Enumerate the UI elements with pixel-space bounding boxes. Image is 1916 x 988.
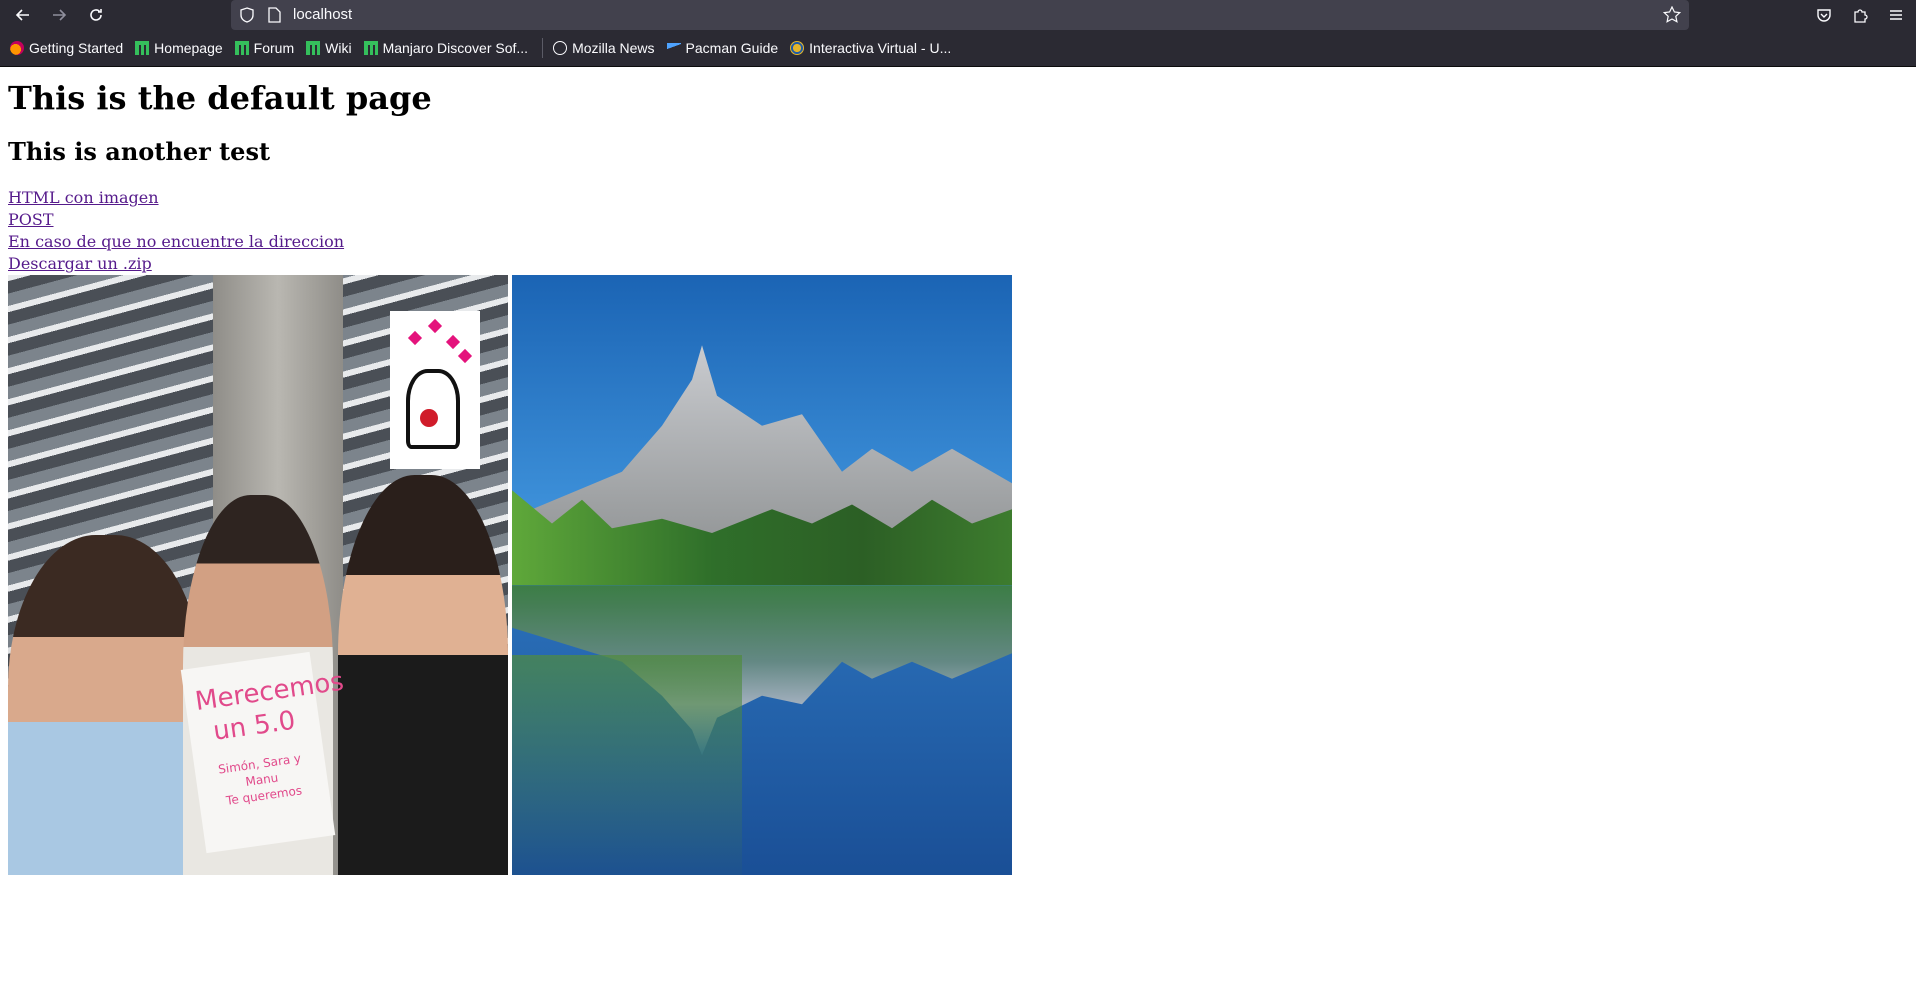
- page-title: This is the default page: [8, 79, 432, 117]
- page-icon: [268, 7, 281, 23]
- bookmark-interactiva-virtual[interactable]: Interactiva Virtual - U...: [790, 40, 951, 56]
- bookmark-getting-started[interactable]: Getting Started: [10, 40, 123, 56]
- bookmark-homepage[interactable]: Homepage: [135, 40, 223, 56]
- reload-icon: [90, 9, 102, 21]
- bookmark-pacman-guide[interactable]: Pacman Guide: [666, 40, 778, 56]
- arrow-left-icon: [15, 9, 29, 21]
- handwritten-sign: Merecemos un 5.0 Simón, Sara y Manu Te q…: [180, 652, 346, 854]
- pocket-button[interactable]: [1813, 4, 1835, 26]
- pocket-icon: [1817, 9, 1831, 22]
- heart-icon: [407, 331, 423, 346]
- globe-icon: [553, 41, 568, 55]
- link-post[interactable]: POST: [8, 209, 1908, 231]
- bookmarks-toolbar: Getting Started Homepage Forum Wiki Manj…: [0, 30, 1916, 67]
- bookmark-wiki[interactable]: Wiki: [306, 40, 352, 56]
- reload-button[interactable]: [85, 4, 107, 26]
- bookmark-forum[interactable]: Forum: [234, 40, 294, 56]
- firefox-icon: [10, 41, 24, 55]
- bookmark-separator: [542, 38, 544, 58]
- link-descargar-zip[interactable]: Descargar un .zip: [8, 253, 1908, 275]
- shield-icon[interactable]: [239, 7, 255, 23]
- page-subtitle: This is another test: [8, 137, 271, 167]
- url-bar[interactable]: localhost: [231, 0, 1689, 30]
- heart-icon: [427, 319, 443, 334]
- lake-grass: [512, 655, 742, 876]
- bookmark-mozilla-news[interactable]: Mozilla News: [553, 40, 655, 56]
- back-button[interactable]: [12, 4, 34, 26]
- manjaro-icon: [135, 41, 150, 55]
- person-right: [338, 475, 508, 876]
- interactiva-icon: [790, 41, 805, 55]
- menu-button[interactable]: [1885, 4, 1907, 26]
- group-photo: Merecemos un 5.0 Simón, Sara y Manu Te q…: [8, 275, 508, 876]
- sticker-overlay: [390, 311, 480, 470]
- mountain-lake-photo: [512, 275, 1012, 876]
- manjaro-icon: [363, 41, 378, 55]
- page-content: This is the default page This is another…: [0, 79, 1916, 876]
- arrow-right-icon: [53, 9, 67, 21]
- url-text[interactable]: localhost: [293, 6, 352, 23]
- link-html-con-imagen[interactable]: HTML con imagen: [8, 187, 1908, 209]
- link-list: HTML con imagen POST En caso de que no e…: [8, 187, 1908, 275]
- heart-icon: [457, 349, 473, 364]
- forward-button[interactable]: [48, 4, 70, 26]
- heart-icon: [445, 335, 461, 350]
- bookmark-manjaro-discover[interactable]: Manjaro Discover Sof...: [363, 40, 528, 56]
- link-direccion-no-encontrada[interactable]: En caso de que no encuentre la direccion: [8, 231, 1908, 253]
- pacman-icon: [666, 43, 681, 53]
- manjaro-icon: [306, 41, 321, 55]
- manjaro-icon: [234, 41, 249, 55]
- hamburger-icon: [1890, 10, 1902, 20]
- star-icon[interactable]: [1663, 6, 1681, 24]
- puzzle-icon: [1854, 9, 1868, 23]
- extensions-button[interactable]: [1849, 4, 1871, 26]
- browser-toolbar: localhost: [0, 0, 1916, 30]
- person-left: [8, 535, 203, 876]
- image-row: Merecemos un 5.0 Simón, Sara y Manu Te q…: [8, 275, 1908, 876]
